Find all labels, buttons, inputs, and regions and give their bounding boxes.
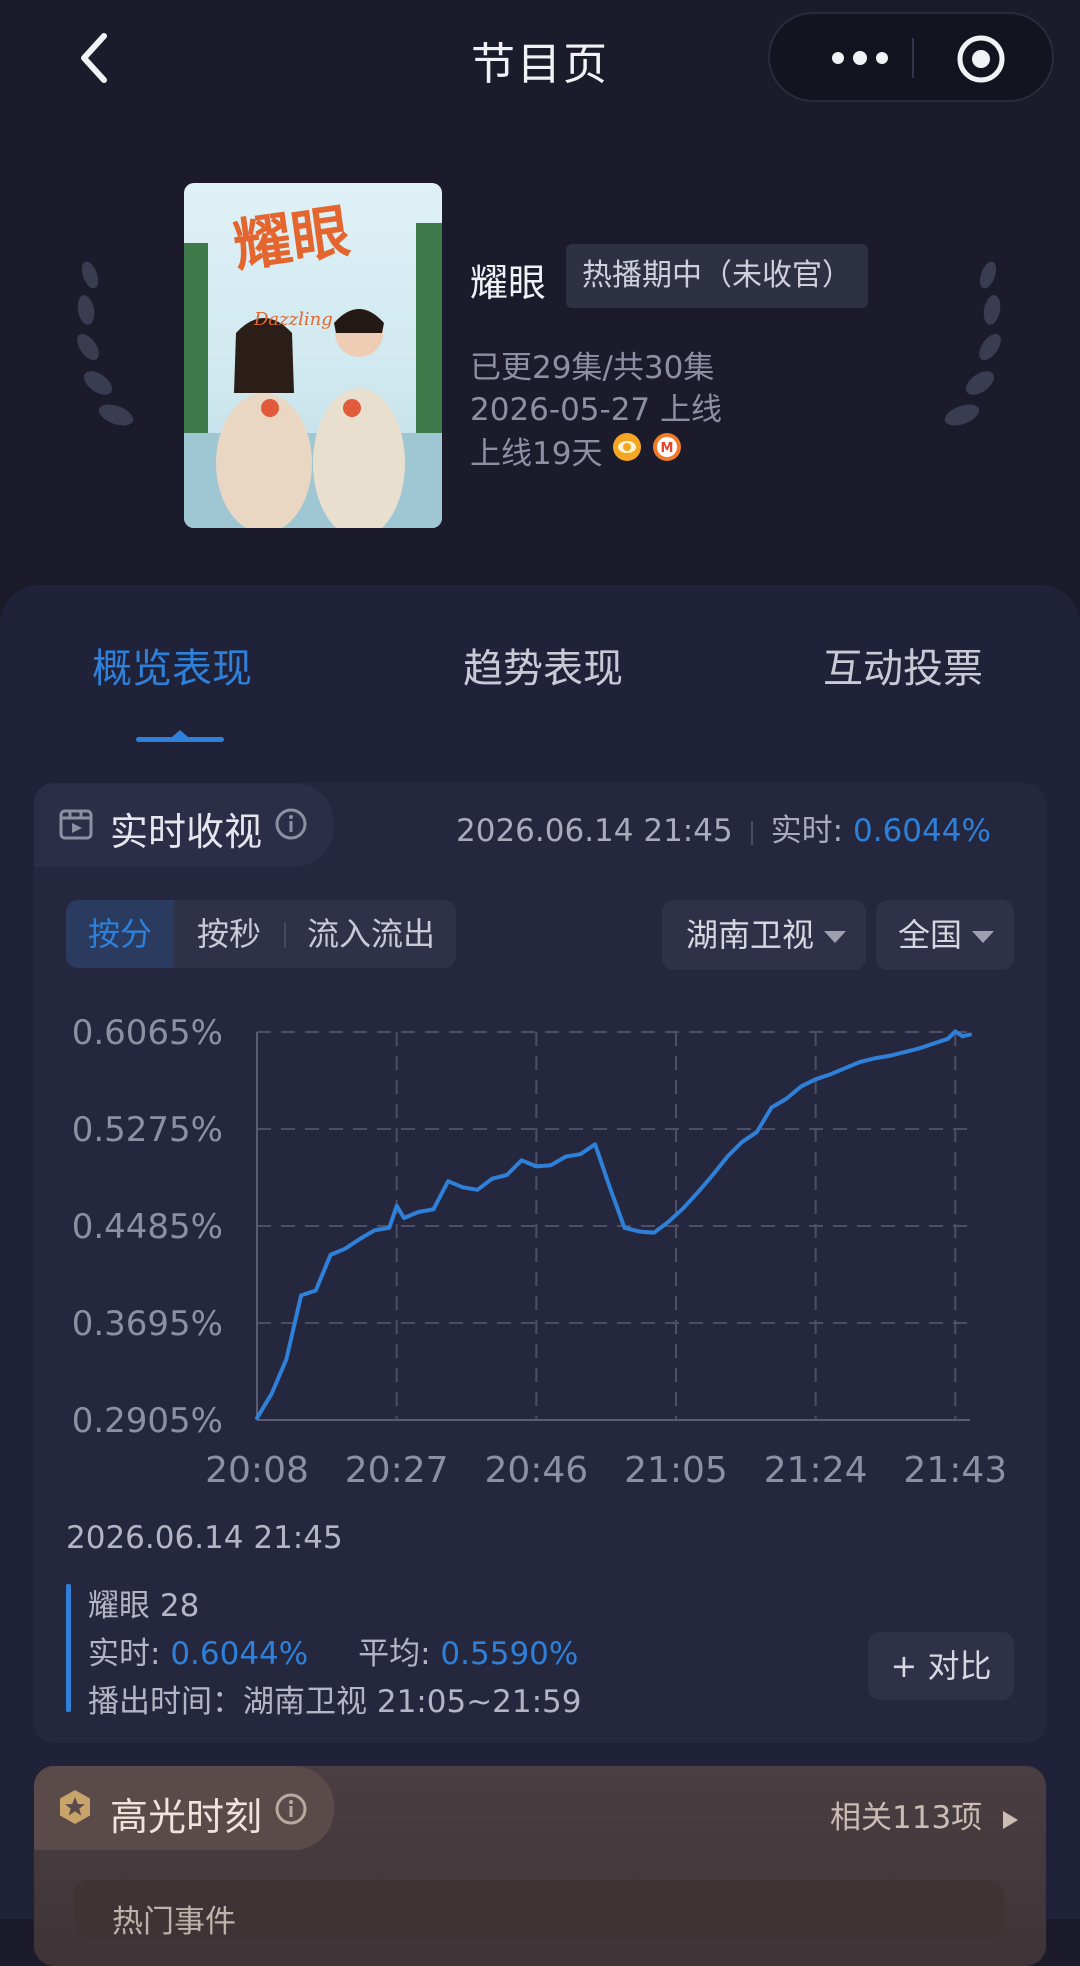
ratings-line-chart[interactable]: 0.6065% 0.5275% 0.4485% 0.3695% 0.2905% 20:0… [0,990,1080,1490]
region-dropdown-value: 全国 [898,916,963,954]
days-online: 上线19天 [470,436,603,472]
info-icon[interactable] [274,1792,308,1826]
compare-button[interactable]: + 对比 [868,1632,1014,1700]
region-dropdown[interactable]: 全国 [876,900,1014,970]
target-circle-icon [957,35,1005,83]
detail-air-time: 播出时间：湖南卫视 21:05~21:59 [88,1684,582,1720]
highlights-title: 高光时刻 [110,1795,263,1839]
seg-inflow-outflow[interactable]: 流入流出 [286,900,456,968]
caret-down-icon [972,931,995,943]
detail-realtime-label: 实时: [88,1636,161,1672]
seg-by-minute[interactable]: 按分 [66,900,174,968]
detail-avg-label: 平均: [358,1636,431,1672]
channel-dropdown[interactable]: 湖南卫视 [662,900,866,970]
poster-subtitle: Dazzling [253,309,333,330]
detail-episode: 耀眼 28 [88,1588,200,1624]
detail-accent-bar [66,1584,71,1712]
meta-separator [750,820,753,845]
detail-ratings: 实时: 0.6044% 平均: 0.5590% [88,1628,578,1673]
play-triangle-icon [1003,1810,1019,1829]
y-tick-label: 0.2905% [72,1401,223,1441]
highlights-related-link[interactable]: 相关113项 [830,1792,1020,1837]
episode-count: 已更29集/共30集 [470,350,715,386]
tab-indicator-caret [172,730,188,737]
x-tick-label: 21:24 [764,1450,868,1490]
x-tick-label: 21:43 [903,1450,1007,1490]
detail-realtime-value: 0.6044% [170,1636,309,1672]
x-tick-label: 21:05 [624,1450,728,1490]
more-dots-icon [832,51,888,65]
realtime-value: 0.6044% [853,813,991,849]
y-tick-label: 0.4485% [72,1207,223,1247]
tab-trend[interactable]: 趋势表现 [463,636,623,694]
show-poster[interactable]: 耀眼 Dazzling [184,183,442,528]
channel-dropdown-value: 湖南卫视 [686,916,815,954]
mini-program-capsule [768,12,1054,102]
info-icon[interactable] [274,807,308,841]
ratings-timestamp: 2026.06.14 21:45 [456,813,733,849]
capsule-divider [912,38,914,78]
x-tick-label: 20:27 [345,1450,449,1490]
detail-avg-value: 0.5590% [440,1636,579,1672]
poster-image: 耀眼 Dazzling [184,183,442,528]
premiere-date: 2026-05-27 上线 [470,392,723,428]
ratings-series-line [255,1029,972,1421]
more-button[interactable] [810,36,910,80]
caret-down-icon [824,931,847,943]
ratings-meta: 2026.06.14 21:45 实时: 0.6044% [456,805,991,850]
tab-overview[interactable]: 概览表现 [92,636,252,694]
mango-tv-icon [613,433,641,461]
tab-indicator [136,737,224,742]
hunan-tv-icon: M [653,433,681,461]
laurel-left-icon [77,261,134,426]
y-tick-label: 0.5275% [72,1110,223,1150]
x-tick-label: 20:46 [484,1450,588,1490]
ratings-card-title: 实时收视 [110,810,263,854]
tv-program-icon [59,809,93,840]
y-tick-label: 0.3695% [72,1304,223,1344]
granularity-segmented-control: 按分 按秒 流入流出 [66,900,456,968]
realtime-label: 实时: [770,813,844,849]
highlights-related-count: 相关113项 [830,1800,983,1836]
show-name: 耀眼 [470,261,547,305]
svg-text:M: M [661,441,674,456]
tab-vote[interactable]: 互动投票 [823,636,983,694]
star-hexagon-icon [60,1790,90,1824]
seg-by-second[interactable]: 按秒 [174,900,284,968]
detail-timestamp: 2026.06.14 21:45 [66,1520,343,1556]
laurel-right-icon [944,261,1001,426]
x-tick-label: 20:08 [205,1450,309,1490]
status-badge: 热播期中（未收官） [566,244,868,308]
y-tick-label: 0.6065% [72,1013,223,1053]
close-miniprogram-button[interactable] [956,34,1006,84]
